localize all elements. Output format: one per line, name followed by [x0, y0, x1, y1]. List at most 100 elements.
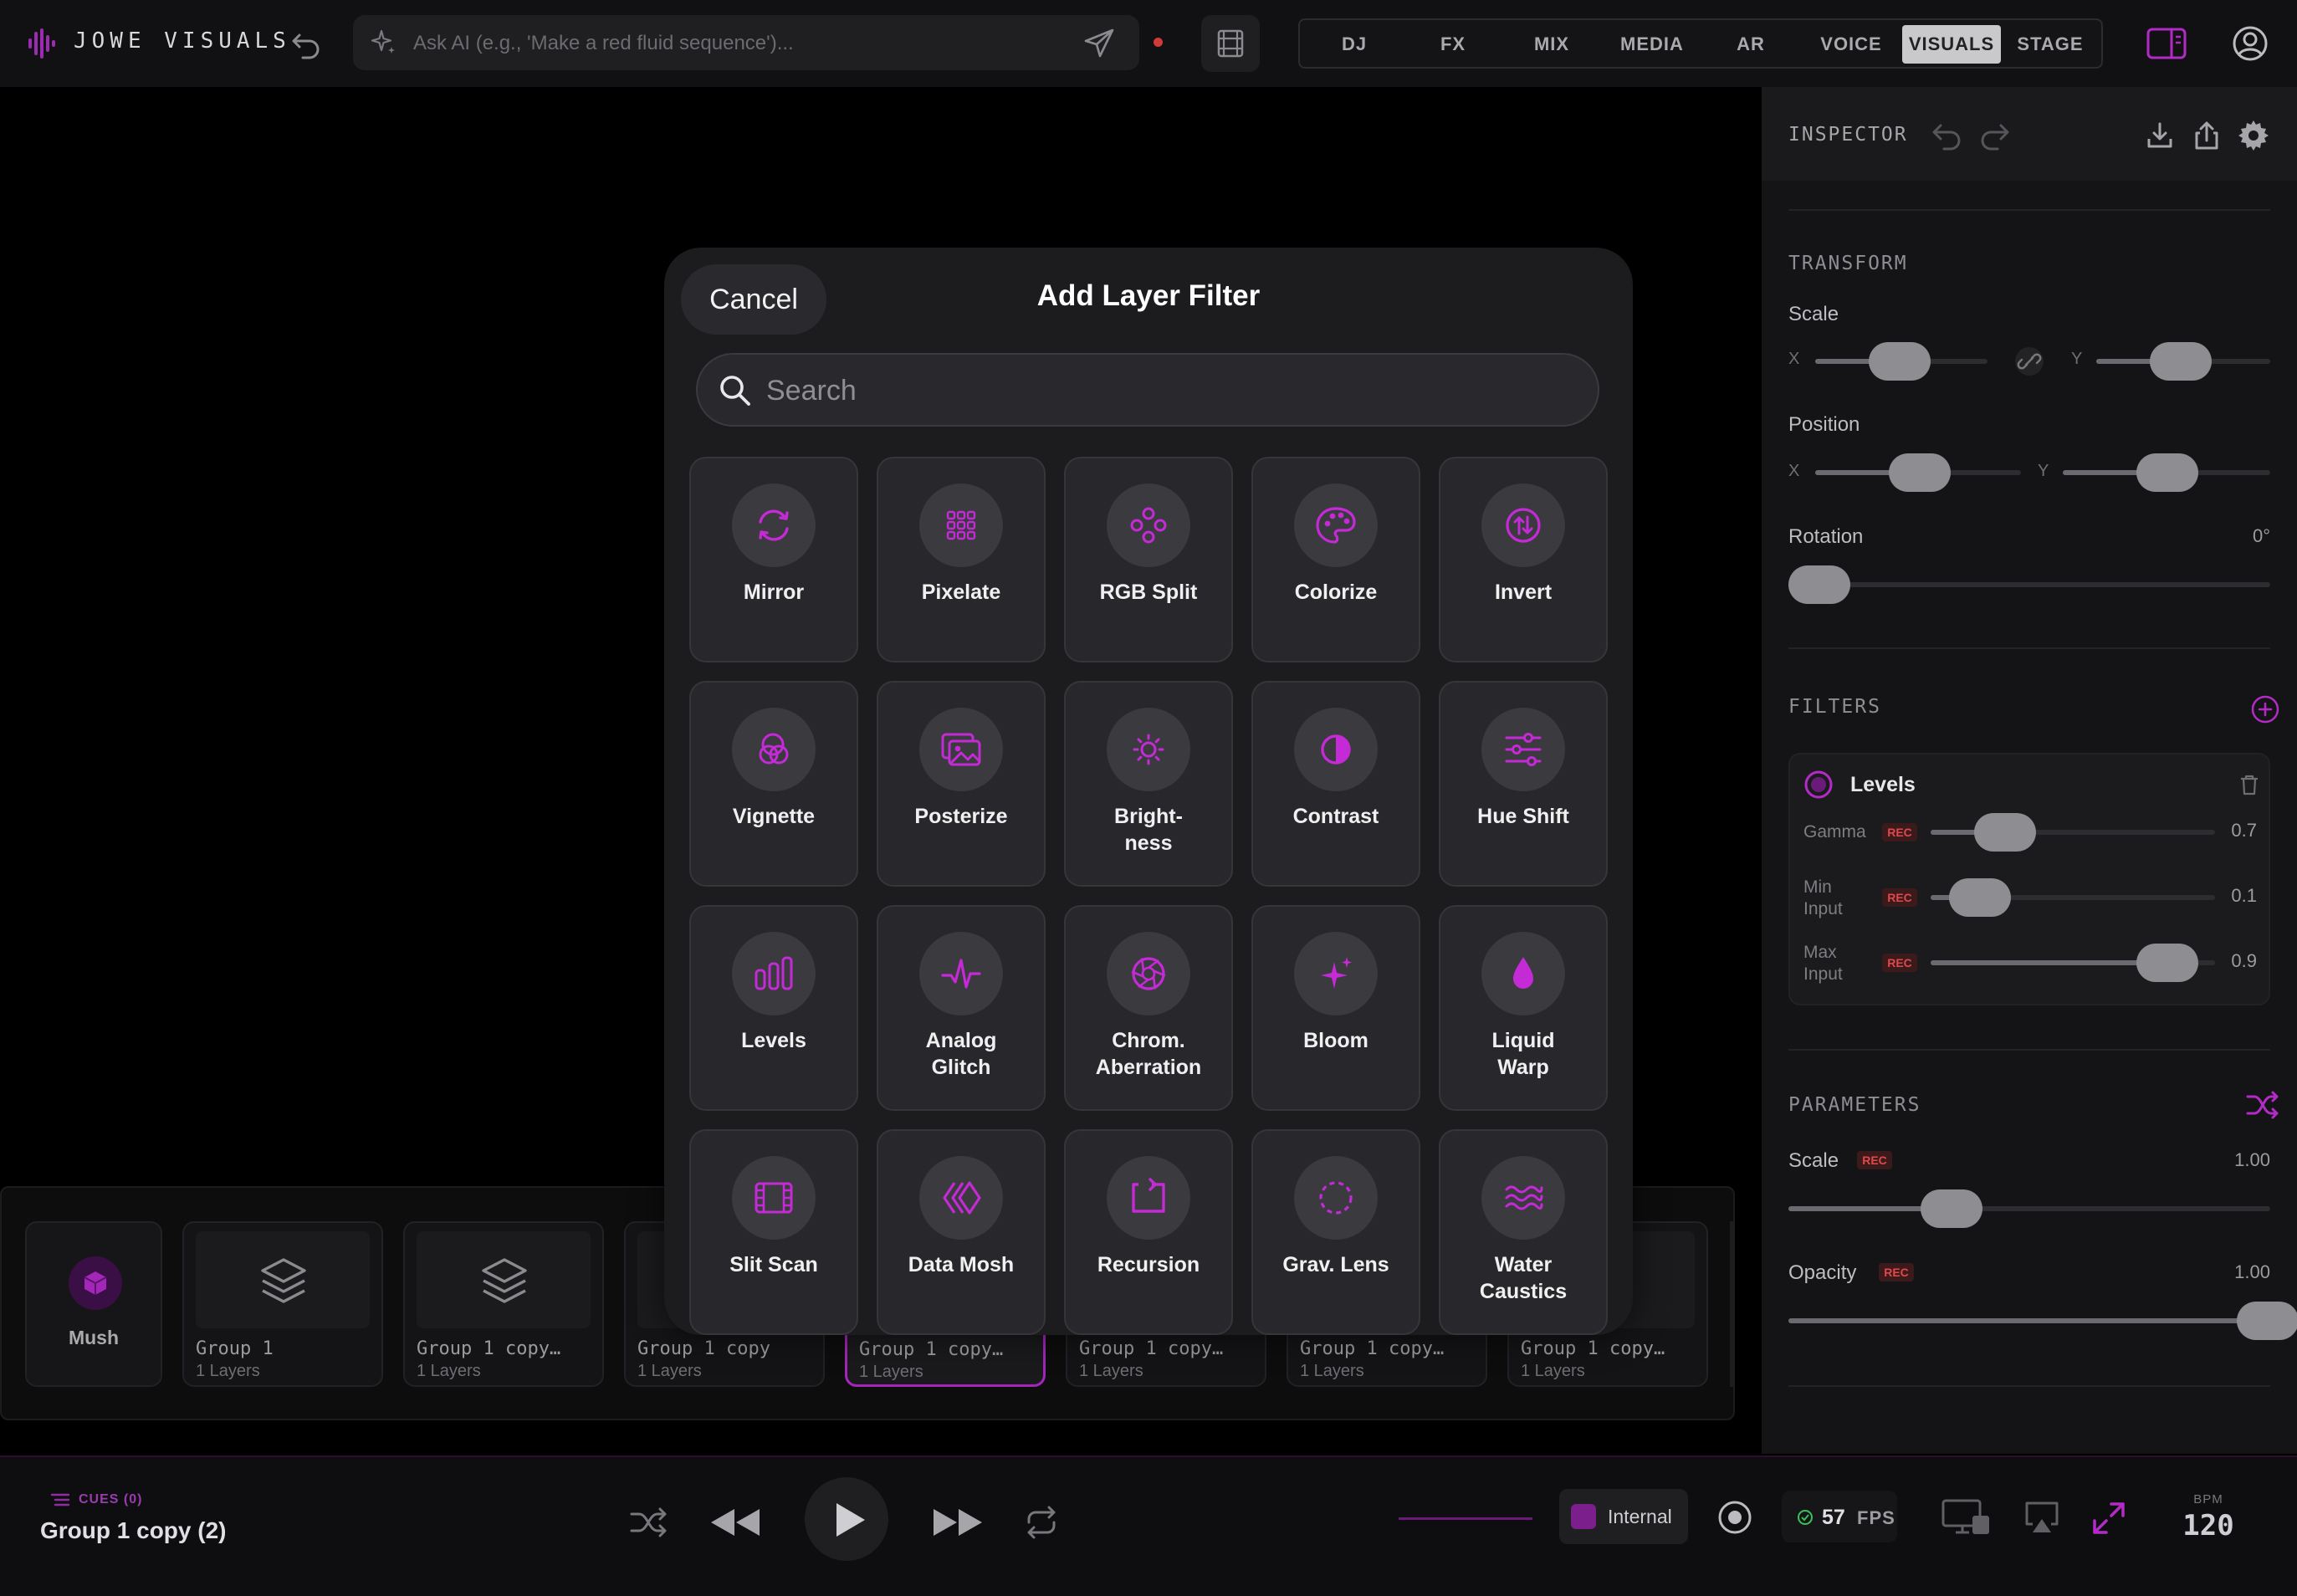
undo-icon[interactable] [289, 27, 323, 60]
param-opacity-label: Opacity [1788, 1261, 1857, 1284]
film-button[interactable] [1201, 15, 1260, 72]
filter-option-contrast[interactable]: Contrast [1251, 681, 1420, 887]
position-x-slider[interactable] [1815, 453, 2021, 492]
tab-dj[interactable]: DJ [1305, 25, 1404, 64]
filter-option-label: Slit Scan [729, 1253, 818, 1276]
filter-option-label: Vignette [732, 805, 816, 828]
share-icon[interactable] [2190, 119, 2223, 152]
filter-param-slider[interactable] [1931, 944, 2215, 982]
filter-option-bright-ness[interactable]: Bright- ness [1064, 681, 1233, 887]
slider-thumb[interactable] [1788, 565, 1850, 604]
airplay-icon[interactable] [2023, 1499, 2061, 1536]
cues-label[interactable]: CUES (0) [79, 1492, 142, 1507]
external-display-icon[interactable] [1941, 1497, 1991, 1537]
tab-stage[interactable]: STAGE [2001, 25, 2100, 64]
ai-prompt-input[interactable]: Ask AI (e.g., 'Make a red fluid sequence… [353, 15, 1139, 70]
play-button[interactable] [805, 1477, 888, 1561]
filter-option-label: Mirror [743, 581, 805, 604]
rec-badge[interactable]: REC [1882, 888, 1917, 907]
shuffle-icon[interactable] [629, 1506, 669, 1539]
filter-search-input[interactable]: Search [696, 353, 1599, 427]
position-y-slider[interactable] [2063, 453, 2270, 492]
shuffle-parameters-icon[interactable] [2245, 1089, 2280, 1121]
rec-badge[interactable]: REC [1857, 1151, 1892, 1169]
trash-icon[interactable] [2238, 773, 2260, 796]
inspector-undo-icon[interactable] [1929, 117, 1966, 154]
tab-visuals[interactable]: VISUALS [1902, 25, 2001, 64]
tab-media[interactable]: MEDIA [1603, 25, 1701, 64]
tab-ar[interactable]: AR [1701, 25, 1800, 64]
clock-source-label: Internal [1608, 1506, 1672, 1527]
account-icon[interactable] [2232, 25, 2269, 62]
filter-option-slit-scan[interactable]: Slit Scan [689, 1129, 858, 1335]
filter-option-water-caustics[interactable]: Water Caustics [1439, 1129, 1608, 1335]
tab-mix[interactable]: MIX [1502, 25, 1601, 64]
slider-thumb[interactable] [1921, 1189, 1982, 1228]
filter-option-rgb-split[interactable]: RGB Split [1064, 457, 1233, 662]
filter-option-levels[interactable]: Levels [689, 905, 858, 1111]
slider-thumb[interactable] [1869, 342, 1931, 381]
layer-count: 1 Layers [1300, 1362, 1364, 1380]
rec-badge[interactable]: REC [1879, 1263, 1914, 1281]
bpm-value[interactable]: 120 [2170, 1509, 2247, 1542]
filter-option-analog-glitch[interactable]: Analog Glitch [877, 905, 1046, 1111]
filter-option-bloom[interactable]: Bloom [1251, 905, 1420, 1111]
slider-thumb[interactable] [2237, 1302, 2297, 1340]
layer-card[interactable]: Group 1 copy… 1 Layers [403, 1221, 604, 1387]
add-filter-icon[interactable] [2250, 694, 2280, 724]
scale-x-slider[interactable] [1815, 342, 1987, 381]
download-icon[interactable] [2143, 119, 2177, 152]
slider-thumb[interactable] [1889, 453, 1951, 492]
slider-thumb[interactable] [2136, 944, 2198, 982]
fast-forward-icon[interactable] [930, 1504, 985, 1541]
filter-option-pixelate[interactable]: Pixelate [877, 457, 1046, 662]
filter-option-vignette[interactable]: Vignette [689, 681, 858, 887]
layer-card[interactable]: Group 1 1 Layers [182, 1221, 383, 1387]
param-opacity-slider[interactable] [1788, 1302, 2297, 1340]
scale-x-label: X [1788, 350, 1800, 368]
filter-option-invert[interactable]: Invert [1439, 457, 1608, 662]
filter-option-label: Recursion [1097, 1253, 1200, 1276]
filter-param-value: 0.1 [2231, 885, 2257, 906]
loop-icon[interactable] [1022, 1506, 1061, 1539]
link-icon[interactable] [2013, 345, 2046, 378]
layer-card-mush[interactable]: Mush [25, 1221, 162, 1387]
slider-thumb[interactable] [2136, 453, 2198, 492]
filter-option-hue-shift[interactable]: Hue Shift [1439, 681, 1608, 887]
inspector-redo-icon[interactable] [1976, 117, 2013, 154]
transform-title: TRANSFORM [1788, 253, 1908, 274]
scale-y-slider[interactable] [2096, 342, 2270, 381]
filter-option-grav-lens[interactable]: Grav. Lens [1251, 1129, 1420, 1335]
panel-toggle-icon[interactable] [2146, 27, 2187, 60]
rec-badge[interactable]: REC [1882, 954, 1917, 972]
fullscreen-icon[interactable] [2090, 1499, 2128, 1537]
filter-option-recursion[interactable]: Recursion [1064, 1129, 1233, 1335]
record-icon[interactable] [1716, 1499, 1753, 1536]
send-icon[interactable] [1082, 27, 1116, 60]
slider-thumb[interactable] [1974, 813, 2036, 852]
logo-waveform-icon [28, 28, 60, 59]
rec-badge[interactable]: REC [1882, 823, 1917, 841]
filter-option-colorize[interactable]: Colorize [1251, 457, 1420, 662]
waves-icon [1481, 1156, 1565, 1240]
tab-voice[interactable]: VOICE [1802, 25, 1901, 64]
filter-option-liquid-warp[interactable]: Liquid Warp [1439, 905, 1608, 1111]
mirror-icon [732, 483, 816, 567]
filter-param-slider[interactable] [1931, 813, 2215, 852]
filter-option-data-mosh[interactable]: Data Mosh [877, 1129, 1046, 1335]
clock-source-button[interactable]: Internal [1559, 1489, 1688, 1544]
filter-option-chrom-aberration[interactable]: Chrom. Aberration [1064, 905, 1233, 1111]
rotation-slider[interactable] [1788, 565, 2270, 604]
rewind-icon[interactable] [708, 1504, 763, 1541]
param-scale-slider[interactable] [1788, 1189, 2270, 1228]
filter-enabled-toggle-icon[interactable] [1803, 770, 1834, 800]
filter-option-mirror[interactable]: Mirror [689, 457, 858, 662]
layer-name: Group 1 copy… [1521, 1338, 1665, 1359]
slider-thumb[interactable] [2150, 342, 2212, 381]
filter-param-slider[interactable] [1931, 878, 2215, 917]
slider-thumb[interactable] [1949, 878, 2011, 917]
tab-fx[interactable]: FX [1404, 25, 1502, 64]
gear-icon[interactable] [2235, 117, 2272, 154]
filter-option-label: Bloom [1303, 1029, 1368, 1052]
filter-option-posterize[interactable]: Posterize [877, 681, 1046, 887]
